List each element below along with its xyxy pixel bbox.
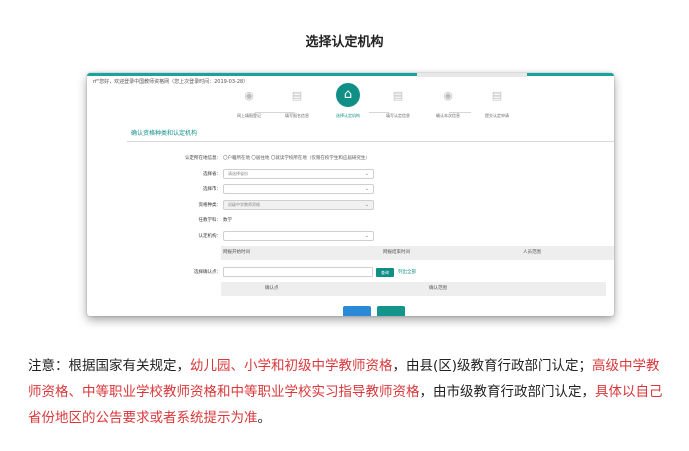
chevron-down-icon: ⌄ [364,186,369,192]
column-header: 确认范围 [429,286,447,291]
province-select[interactable]: 请选择省份 ⌄ [223,169,374,179]
column-header: 人员范围 [523,250,541,255]
document-icon: ▤ [491,89,503,102]
note-text: 注意：根据国家有关规定， [28,358,190,374]
document-icon: ▤ [291,89,303,102]
confirm-point-label: 选择确认点： [194,270,221,275]
eye-icon: ◉ [443,89,453,102]
query-button[interactable]: 查询 [376,268,394,277]
notice-paragraph: 注意：根据国家有关规定，幼儿园、小学和初级中学教师资格，由县(区)级教育行政部门… [28,353,668,431]
section-title: 确认资格种类和认定机构 [131,130,198,137]
subject-label: 任教学科： [198,218,222,223]
column-header: 网报开始时间 [223,250,250,255]
note-text: ，由市级教育行政部门认定， [419,384,596,400]
note-text: 。 [257,410,272,426]
confirm-point-row: 选择确认点： 查询 列出全部 [87,267,614,278]
province-select-value: 请选择省份 [228,171,248,176]
institution-icon: ⌂ [336,83,360,107]
note-text: ，由县(区)级教育行政部门认定； [392,358,593,374]
agency-row: 认定机构： ⌄ [87,231,614,242]
agency-label: 认定机构： [198,234,222,239]
confirm-table-header: 确认点 确认范围 [221,282,606,296]
province-label: 选择省： [203,172,221,177]
page-title: 选择认定机构 [305,35,384,50]
top-bar [87,73,614,76]
cert-type-row: 资格种类： 初级中学教师资格 ⌄ [87,200,614,211]
note-highlight: 幼儿园、小学和初级中学教师资格 [190,358,393,374]
list-all-link[interactable]: 列出全部 [398,267,416,278]
cert-type-select: 初级中学教师资格 ⌄ [223,200,374,210]
agency-select[interactable]: ⌄ [223,231,374,241]
cert-type-value: 初级中学教师资格 [228,202,260,207]
schedule-table-header: 网报开始时间 网报结束时间 人员范围 [221,246,614,260]
city-label: 选择市： [203,187,221,192]
confirm-point-input[interactable] [223,267,373,277]
location-row: 认定所在地信息： 〇户籍所在地 〇居住地 〇就读学校所在地（仅限在校学生和应届研… [87,153,614,164]
divider [127,141,614,142]
chevron-down-icon: ⌄ [364,202,369,208]
subject-row: 任教学科： 数学 [87,215,614,226]
city-select[interactable]: ⌄ [223,184,374,194]
eye-icon: ◉ [244,89,254,102]
document-icon: ▤ [392,89,404,102]
previous-button[interactable] [343,306,371,316]
welcome-text: rf"您好，欢迎登录中国教师资格网（您上次登录时间：2019-03-28） [93,79,249,85]
cert-type-label: 资格种类： [198,203,222,208]
progress-steps: ◉ 网上填报登记 ▤ 填写报名信息 ⌂ 选择认定机构 ▤ 填写认定信息 ◉ 确认… [87,83,614,127]
city-row: 选择市： ⌄ [87,184,614,195]
chevron-down-icon: ⌄ [364,233,369,239]
column-header: 网报结束时间 [383,250,410,255]
next-button[interactable] [377,306,405,316]
location-label: 认定所在地信息： [185,156,221,161]
province-row: 选择省： 请选择省份 ⌄ [87,169,614,180]
chevron-down-icon: ⌄ [364,171,369,177]
step-6: ▤ 提交认定申请 [467,87,527,119]
embedded-screenshot: rf"您好，欢迎登录中国教师资格网（您上次登录时间：2019-03-28） ◉ … [87,73,614,316]
top-bar-shade [417,73,527,77]
subject-value: 数学 [223,218,232,223]
step-label: 提交认定申请 [485,113,509,118]
location-radio-group[interactable]: 〇户籍所在地 〇居住地 〇就读学校所在地（仅限在校学生和应届研究生） [223,153,370,164]
column-header: 确认点 [265,286,279,291]
